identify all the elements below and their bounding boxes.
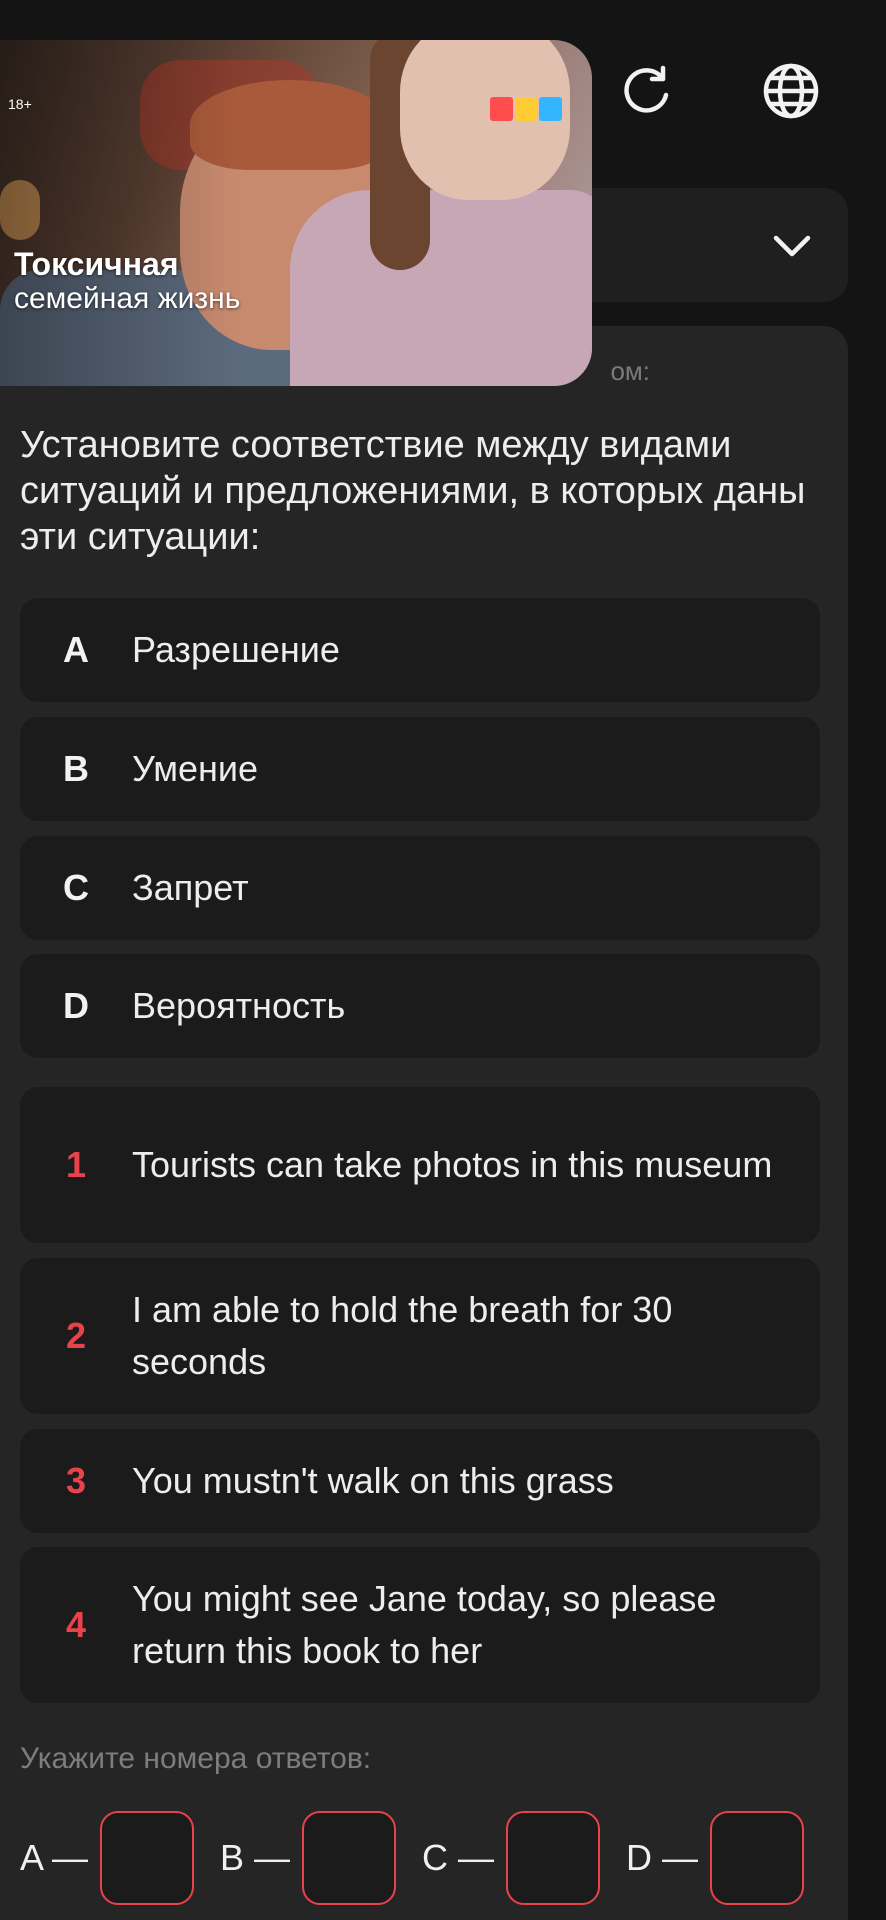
answer-group-b: B — — [220, 1811, 397, 1905]
video-ad-overlay[interactable]: 18+ Токсичная семейная жизнь — [0, 40, 592, 386]
option-b[interactable]: B Умение — [20, 717, 820, 821]
option-text: Вероятность — [132, 985, 346, 1026]
option-key: A — [63, 629, 89, 670]
sentence-text: You might see Jane today, so please retu… — [132, 1578, 717, 1671]
option-c[interactable]: C Запрет — [20, 836, 820, 940]
answer-input-b[interactable] — [302, 1811, 397, 1905]
sentence-text: Tourists can take photos in this museum — [132, 1144, 773, 1185]
sentence-text: I am able to hold the breath for 30 seco… — [132, 1289, 673, 1382]
answer-input-a[interactable] — [100, 1811, 195, 1905]
sentence-number: 3 — [65, 1460, 87, 1501]
tnt-logo — [490, 97, 563, 121]
chevron-down-icon — [773, 235, 811, 257]
sentence-text: You mustn't walk on this grass — [132, 1460, 614, 1501]
answer-input-c[interactable] — [506, 1811, 601, 1905]
sentence-4[interactable]: 4 You might see Jane today, so please re… — [20, 1547, 820, 1703]
video-subtitle: семейная жизнь — [14, 282, 241, 315]
answer-label: D — — [626, 1837, 699, 1878]
option-text: Умение — [132, 748, 259, 789]
sentence-1[interactable]: 1 Tourists can take photos in this museu… — [20, 1087, 820, 1243]
sentence-number: 4 — [65, 1604, 87, 1645]
globe-icon[interactable] — [756, 56, 826, 126]
answer-prompt: Укажите номера ответов: — [20, 1742, 372, 1775]
option-a[interactable]: A Разрешение — [20, 598, 820, 702]
question-text: Установите соответствие между видами сит… — [20, 424, 806, 558]
video-title: Токсичная — [14, 246, 179, 282]
answer-group-d: D — — [626, 1811, 805, 1905]
option-text: Запрет — [132, 867, 249, 908]
option-key: C — [63, 867, 89, 908]
answer-group-c: C — — [422, 1811, 601, 1905]
page: ом: Установите соответствие между видами… — [0, 0, 886, 1920]
answer-row: A — B — C — D — — [20, 1810, 820, 1906]
age-rating: 18+ — [8, 96, 32, 112]
answer-label: B — — [220, 1837, 291, 1878]
option-key: D — [63, 985, 89, 1026]
sentence-3[interactable]: 3 You mustn't walk on this grass — [20, 1429, 820, 1533]
sentence-number: 1 — [65, 1144, 87, 1185]
answer-group-a: A — — [20, 1811, 195, 1905]
refresh-icon[interactable] — [612, 56, 682, 126]
sentence-2[interactable]: 2 I am able to hold the breath for 30 se… — [20, 1258, 820, 1414]
answer-label: A — — [20, 1837, 89, 1878]
answer-label: C — — [422, 1837, 495, 1878]
sentence-number: 2 — [65, 1315, 87, 1356]
option-key: B — [63, 748, 89, 789]
option-text: Разрешение — [132, 629, 340, 670]
option-d[interactable]: D Вероятность — [20, 954, 820, 1058]
answer-input-d[interactable] — [710, 1811, 805, 1905]
